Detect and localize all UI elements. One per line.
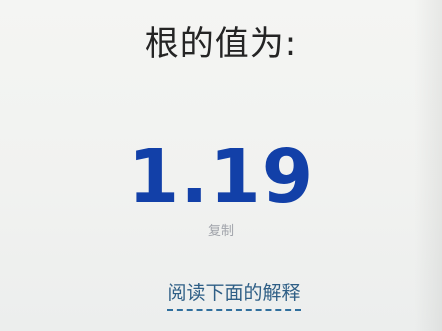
calculator-result-panel: 根的值为: 1.19 复制 阅读下面的解释 [0,0,442,331]
result-title: 根的值为: [144,24,298,64]
root-value: 1.19 [127,134,315,220]
read-explanation-link-text: 阅读下面的解释 [167,279,301,311]
copy-button[interactable]: 复制 [196,220,246,244]
read-explanation-link[interactable]: 阅读下面的解释 [140,279,328,311]
